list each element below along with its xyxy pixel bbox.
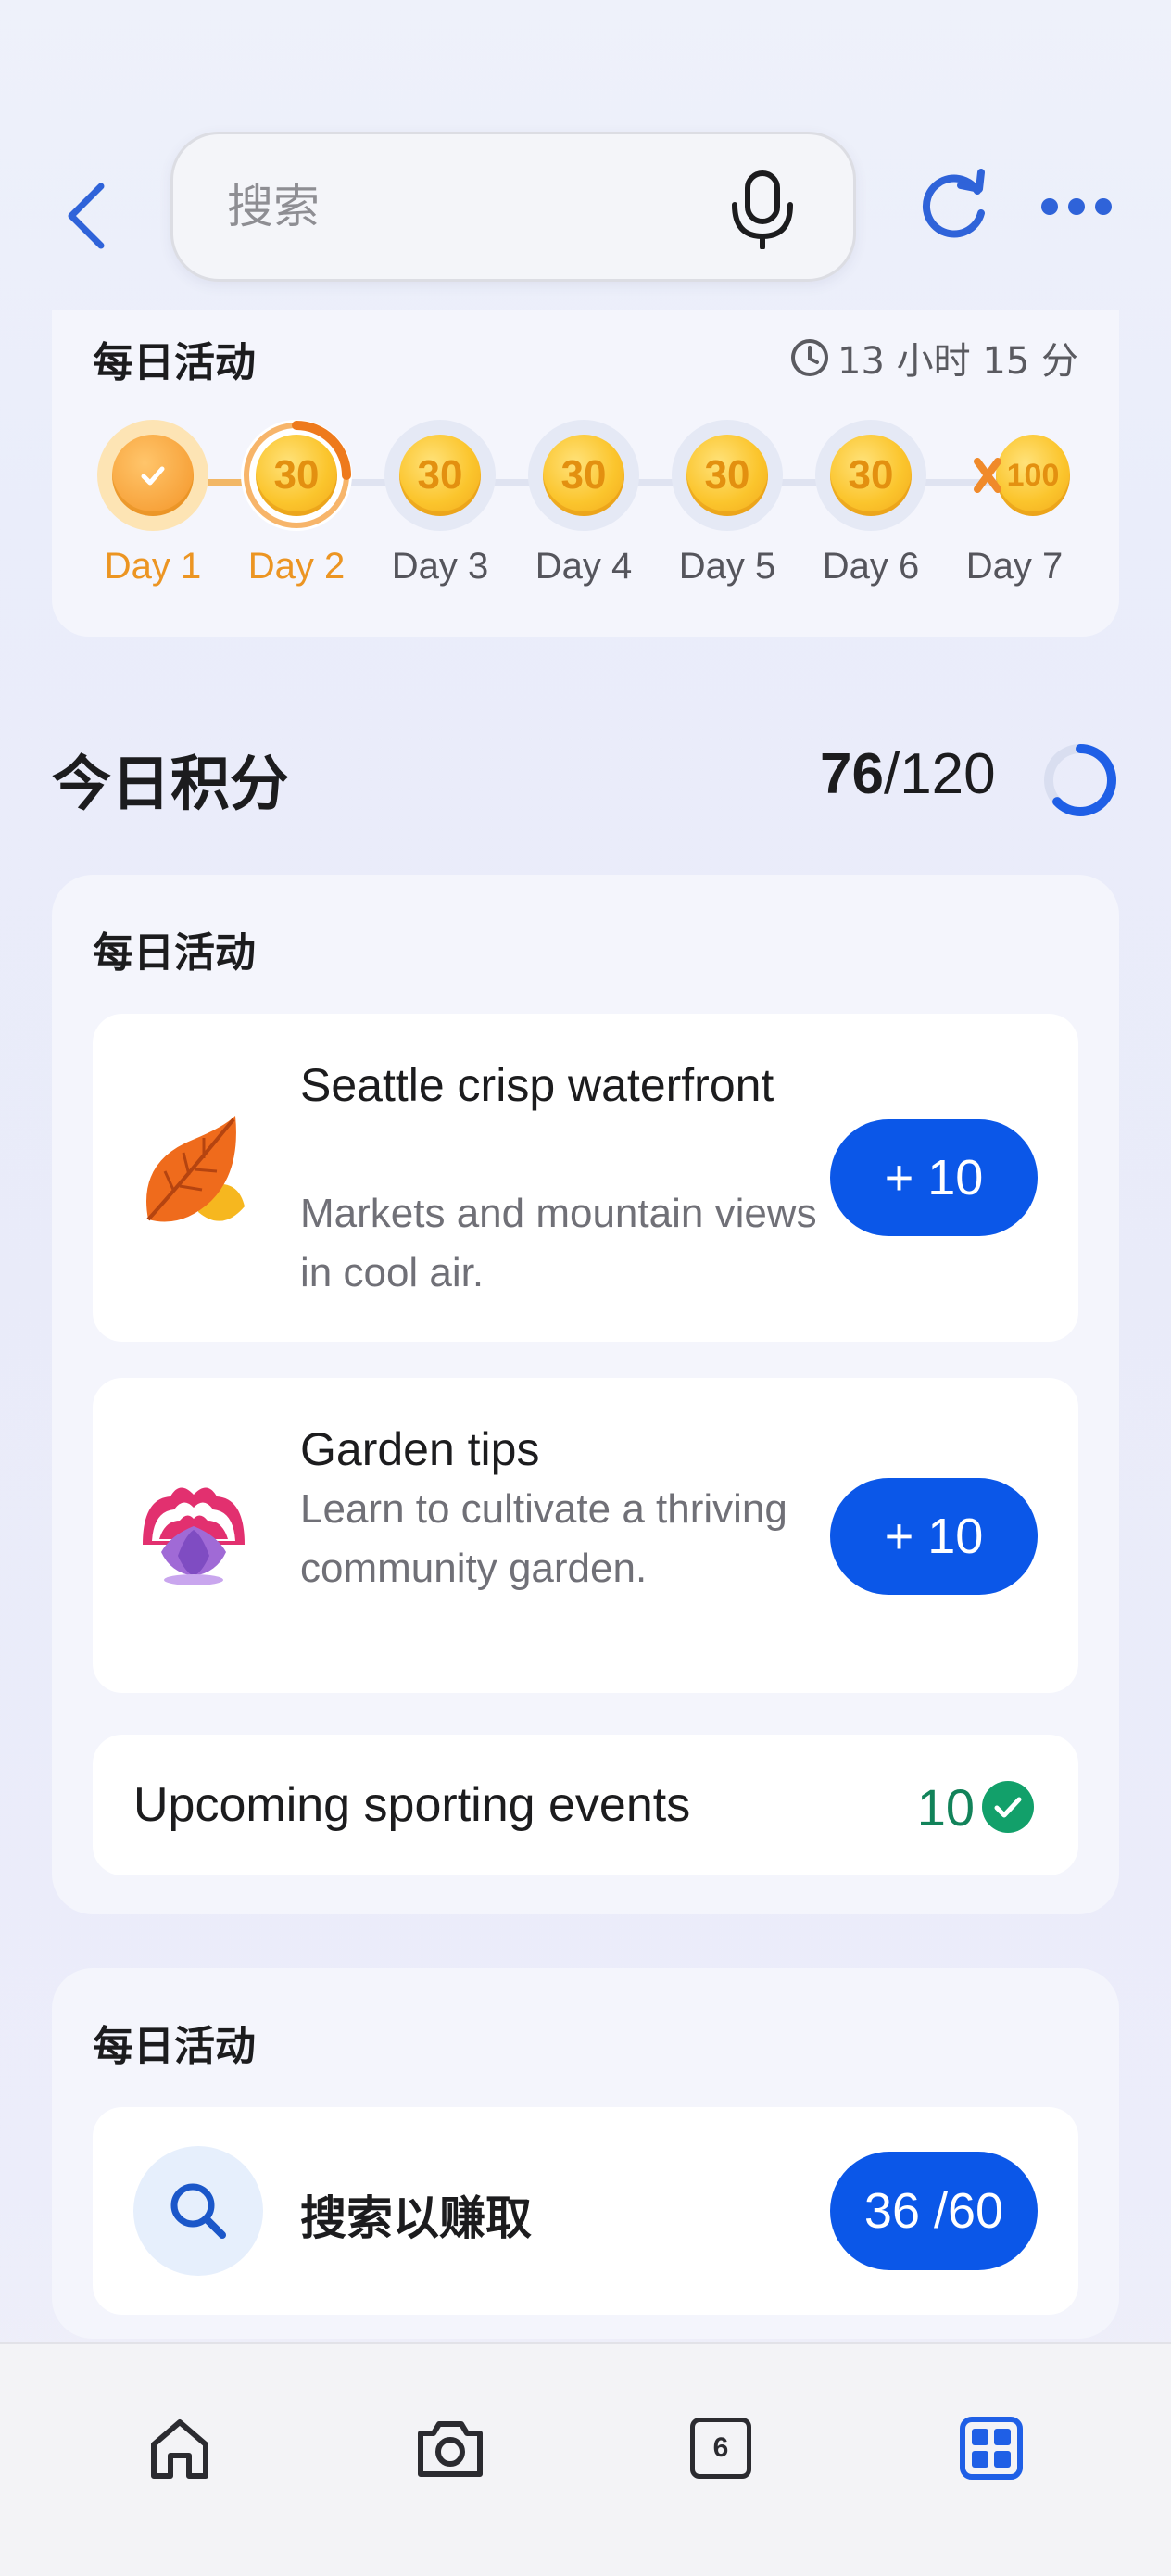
- more-icon: [1041, 198, 1058, 215]
- streak-day-5: 30 Day 5: [658, 420, 797, 587]
- tabs-icon: 6: [690, 2418, 751, 2479]
- bonus-coin-icon: 100: [996, 435, 1070, 516]
- completed-points: 10: [916, 1778, 975, 1837]
- refresh-button[interactable]: [913, 165, 996, 248]
- streak-day-6: 30 Day 6: [801, 420, 940, 587]
- completed-activity-row[interactable]: Upcoming sporting events 10: [93, 1735, 1078, 1875]
- points-title: 今日积分: [52, 751, 289, 819]
- points-total: /120: [883, 742, 996, 806]
- checkmark-coin-icon: [112, 435, 194, 516]
- streak-title: 每日活动: [93, 339, 256, 386]
- streak-day-2: 30 Day 2: [227, 420, 366, 587]
- streak-day-1: Day 1: [83, 420, 222, 587]
- camera-icon: [418, 2421, 483, 2477]
- activity-card[interactable]: Seattle crisp waterfront Markets and mou…: [93, 1014, 1078, 1342]
- coin-icon: 30: [543, 435, 624, 516]
- activity-card[interactable]: Garden tips Learn to cultivate a thrivin…: [93, 1378, 1078, 1693]
- points-value: 76/120: [820, 741, 996, 807]
- search-icon: [170, 2183, 226, 2239]
- points-progress-ring: [1044, 744, 1116, 816]
- panel-title: 每日活动: [93, 929, 256, 977]
- streak-timer: 13 小时 15 分: [789, 331, 1078, 385]
- microphone-icon: [732, 170, 793, 250]
- coin-icon: 30: [686, 435, 768, 516]
- completed-activity-title: Upcoming sporting events: [133, 1778, 691, 1832]
- streak-card: 每日活动 13 小时 15 分 Day 1 30 Day 2 30 Day 3: [52, 310, 1119, 637]
- search-box[interactable]: [170, 132, 856, 282]
- nav-camera-button[interactable]: [395, 2393, 506, 2504]
- points-current: 76: [820, 742, 884, 806]
- back-button[interactable]: [54, 174, 119, 258]
- activity-subtitle: Learn to cultivate a thriving community …: [300, 1486, 787, 1591]
- search-progress-button[interactable]: 36 /60: [830, 2152, 1038, 2270]
- search-activity-panel: 每日活动 搜索以赚取 36 /60: [52, 1968, 1119, 2339]
- bottom-nav: 6: [0, 2342, 1171, 2576]
- day-progress-ring: [244, 421, 351, 528]
- lotus-flower-icon: [143, 1487, 245, 1585]
- top-bar: [0, 111, 1171, 306]
- panel-title: 每日活动: [93, 2023, 256, 2070]
- clock-icon: [791, 339, 829, 376]
- home-icon: [151, 2419, 208, 2479]
- coin-icon: 30: [399, 435, 481, 516]
- streak-day-7: 100 Day 7: [945, 420, 1084, 587]
- activity-subtitle: Markets and mountain views in cool air.: [300, 1191, 817, 1295]
- search-input[interactable]: [225, 179, 711, 234]
- check-circle-icon: [982, 1781, 1034, 1833]
- streak-day-4: 30 Day 4: [514, 420, 653, 587]
- daily-activities-panel: 每日活动 Seattle crisp waterfront Markets an…: [52, 875, 1119, 1914]
- earn-points-button[interactable]: + 10: [830, 1119, 1038, 1236]
- activity-title: Garden tips: [300, 1423, 540, 1475]
- tabs-count: 6: [712, 2432, 729, 2463]
- search-earn-card[interactable]: 搜索以赚取 36 /60: [93, 2107, 1078, 2315]
- mic-button[interactable]: [725, 168, 800, 250]
- apps-grid-icon: [960, 2417, 1023, 2480]
- bonus-burst-icon: [974, 458, 1001, 493]
- earn-points-button[interactable]: + 10: [830, 1478, 1038, 1595]
- activity-title: Seattle crisp waterfront: [300, 1059, 774, 1111]
- search-earn-label: 搜索以赚取: [300, 2191, 532, 2245]
- nav-home-button[interactable]: [124, 2393, 235, 2504]
- streak-day-3: 30 Day 3: [371, 420, 510, 587]
- nav-apps-button[interactable]: [936, 2393, 1047, 2504]
- coin-icon: 30: [830, 435, 912, 516]
- back-arrow-icon: [68, 183, 105, 249]
- more-button[interactable]: [1041, 185, 1119, 228]
- timer-text: 13 小时 15 分: [837, 340, 1078, 383]
- nav-tabs-button[interactable]: 6: [665, 2393, 776, 2504]
- autumn-leaf-icon: [146, 1116, 245, 1222]
- refresh-icon: [922, 169, 985, 238]
